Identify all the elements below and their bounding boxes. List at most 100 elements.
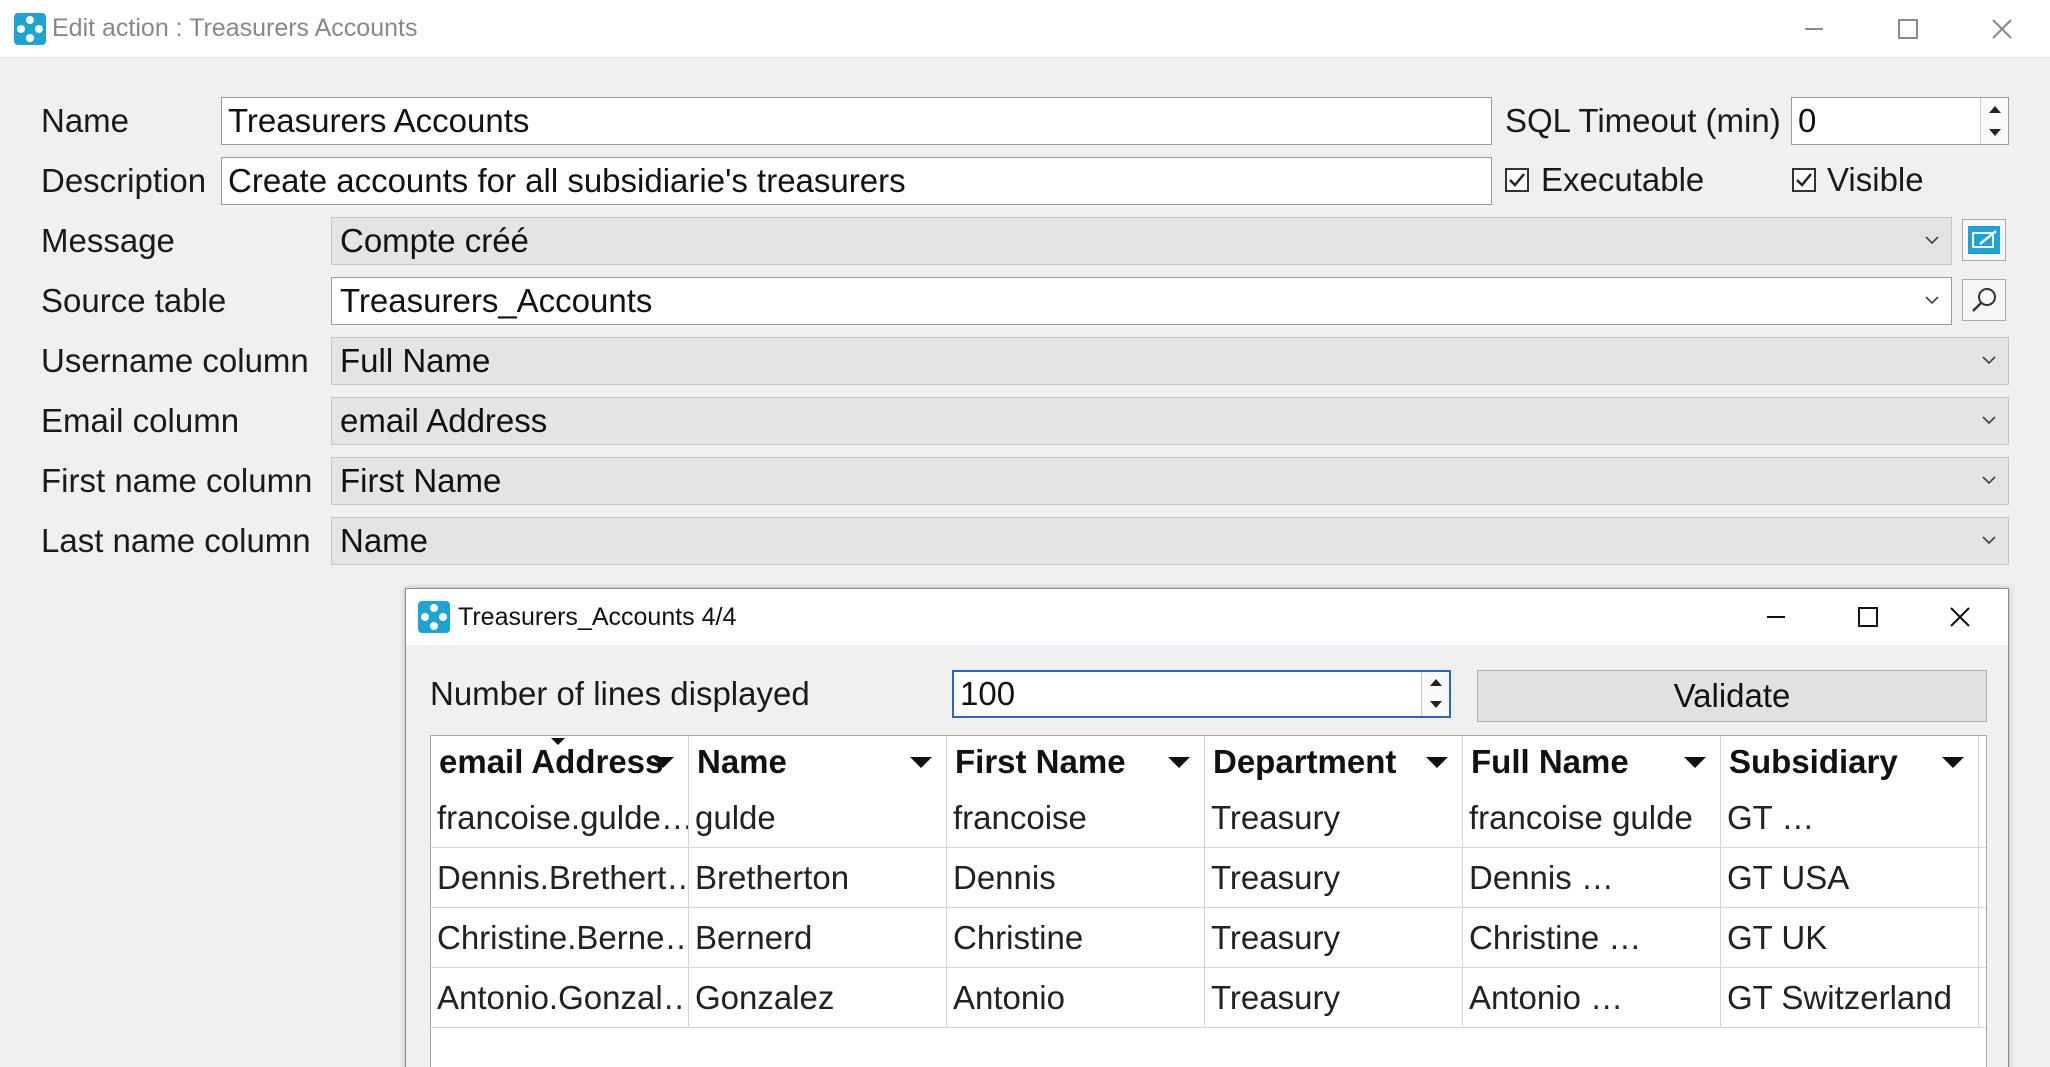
table-cell[interactable]: Gonzalez <box>689 968 947 1028</box>
grid-header: email Address Name First Name Department… <box>431 736 1986 788</box>
filter-dropdown-icon[interactable] <box>1684 757 1706 768</box>
maximize-icon <box>1858 607 1878 627</box>
table-cell[interactable]: Dennis.Brethert… <box>431 848 689 908</box>
column-header[interactable]: Name <box>689 736 947 788</box>
table-cell[interactable]: GT … <box>1721 788 1979 848</box>
filter-dropdown-icon[interactable] <box>1426 757 1448 768</box>
edit-message-button[interactable] <box>1962 219 2006 261</box>
name-label: Name <box>41 102 130 139</box>
column-header-label: Subsidiary <box>1729 743 1898 780</box>
maximize-button[interactable] <box>1878 0 1938 58</box>
close-icon <box>1950 607 1970 627</box>
minimize-icon <box>1805 28 1823 30</box>
table-cell[interactable]: Antonio … <box>1463 968 1721 1028</box>
table-cell[interactable]: Treasury <box>1205 848 1463 908</box>
message-select[interactable]: Compte créé <box>331 217 1952 265</box>
validate-button[interactable]: Validate <box>1477 670 1987 722</box>
lines-displayed-spin[interactable] <box>1421 672 1449 716</box>
table-cell[interactable]: Treasury <box>1205 908 1463 968</box>
first-name-column-value: First Name <box>340 462 502 499</box>
column-header[interactable]: Subsidiary <box>1721 736 1979 788</box>
username-column-select[interactable]: Full Name <box>331 337 2009 385</box>
chevron-down-icon <box>1982 356 1996 365</box>
source-table-select[interactable]: Treasurers_Accounts <box>331 277 1952 325</box>
description-field[interactable]: Create accounts for all subsidiarie's tr… <box>221 157 1492 205</box>
source-table-value: Treasurers_Accounts <box>340 282 653 319</box>
column-header-label: Full Name <box>1471 743 1629 780</box>
filter-dropdown-icon[interactable] <box>652 757 674 768</box>
chevron-down-icon <box>1982 416 1996 425</box>
filter-dropdown-icon[interactable] <box>910 757 932 768</box>
checkmark-icon <box>1509 173 1525 187</box>
close-icon <box>1992 19 2012 39</box>
column-header[interactable]: Department <box>1205 736 1463 788</box>
chevron-down-icon <box>1925 296 1939 305</box>
table-cell[interactable]: Treasury <box>1205 968 1463 1028</box>
first-name-column-select[interactable]: First Name <box>331 457 2009 505</box>
spin-up-icon[interactable] <box>1981 98 2008 121</box>
sql-timeout-label: SQL Timeout (min) <box>1505 102 1781 139</box>
table-cell[interactable]: francoise <box>947 788 1205 848</box>
column-header-label: Department <box>1213 743 1397 780</box>
sort-indicator-icon <box>551 738 565 745</box>
table-row[interactable]: francoise.gulde… gulde francoise Treasur… <box>431 788 1986 848</box>
email-column-select[interactable]: email Address <box>331 397 2009 445</box>
table-row[interactable]: Antonio.Gonzal… Gonzalez Antonio Treasur… <box>431 968 1986 1028</box>
preview-close-button[interactable] <box>1930 589 1990 645</box>
sql-timeout-stepper[interactable]: 0 <box>1791 97 2009 145</box>
minimize-button[interactable] <box>1784 0 1844 58</box>
table-cell[interactable]: GT Switzerland <box>1721 968 1979 1028</box>
table-cell[interactable]: Christine … <box>1463 908 1721 968</box>
window-title: Edit action : Treasurers Accounts <box>52 14 418 42</box>
name-field[interactable]: Treasurers Accounts <box>221 97 1492 145</box>
visible-checkbox[interactable] <box>1792 168 1816 192</box>
spin-down-icon[interactable] <box>1422 694 1449 716</box>
preview-minimize-button[interactable] <box>1746 589 1806 645</box>
table-cell[interactable]: Christine.Berne… <box>431 908 689 968</box>
first-name-column-label: First name column <box>41 462 313 499</box>
column-header-label: First Name <box>955 743 1126 780</box>
source-table-label: Source table <box>41 282 227 319</box>
table-row[interactable]: Christine.Berne… Bernerd Christine Treas… <box>431 908 1986 968</box>
column-header[interactable]: email Address <box>431 736 689 788</box>
table-cell[interactable]: Antonio.Gonzal… <box>431 968 689 1028</box>
edit-message-icon <box>1968 226 2000 254</box>
preview-maximize-button[interactable] <box>1838 589 1898 645</box>
sql-timeout-spin[interactable] <box>1980 98 2008 144</box>
table-cell[interactable]: Dennis … <box>1463 848 1721 908</box>
username-column-label: Username column <box>41 342 309 379</box>
table-cell[interactable]: gulde <box>689 788 947 848</box>
sql-timeout-value: 0 <box>1798 102 1817 139</box>
preview-window: Treasurers_Accounts 4/4 Number of lines … <box>405 588 2009 1067</box>
table-cell[interactable]: francoise gulde <box>1463 788 1721 848</box>
table-cell[interactable]: GT UK <box>1721 908 1979 968</box>
table-cell[interactable]: Treasury <box>1205 788 1463 848</box>
minimize-icon <box>1767 616 1785 618</box>
table-cell[interactable]: GT USA <box>1721 848 1979 908</box>
executable-checkbox[interactable] <box>1505 168 1529 192</box>
filter-dropdown-icon[interactable] <box>1942 757 1964 768</box>
search-table-button[interactable] <box>1962 279 2006 321</box>
data-grid[interactable]: email Address Name First Name Department… <box>430 735 1987 1067</box>
table-cell[interactable]: Dennis <box>947 848 1205 908</box>
table-cell[interactable]: Bernerd <box>689 908 947 968</box>
table-cell[interactable]: Christine <box>947 908 1205 968</box>
spin-up-icon[interactable] <box>1422 672 1449 694</box>
filter-dropdown-icon[interactable] <box>1168 757 1190 768</box>
column-header[interactable]: Full Name <box>1463 736 1721 788</box>
username-column-value: Full Name <box>340 342 491 379</box>
column-header[interactable]: First Name <box>947 736 1205 788</box>
lines-displayed-value: 100 <box>960 675 1016 712</box>
executable-label: Executable <box>1541 161 1705 198</box>
table-cell[interactable]: francoise.gulde… <box>431 788 689 848</box>
column-header-label: Name <box>697 743 787 780</box>
chevron-down-icon <box>1982 536 1996 545</box>
window-titlebar: Edit action : Treasurers Accounts <box>0 0 2050 58</box>
lines-displayed-stepper[interactable]: 100 <box>952 670 1451 718</box>
table-cell[interactable]: Antonio <box>947 968 1205 1028</box>
last-name-column-select[interactable]: Name <box>331 517 2009 565</box>
table-row[interactable]: Dennis.Brethert… Bretherton Dennis Treas… <box>431 848 1986 908</box>
spin-down-icon[interactable] <box>1981 121 2008 144</box>
close-button[interactable] <box>1972 0 2032 58</box>
table-cell[interactable]: Bretherton <box>689 848 947 908</box>
